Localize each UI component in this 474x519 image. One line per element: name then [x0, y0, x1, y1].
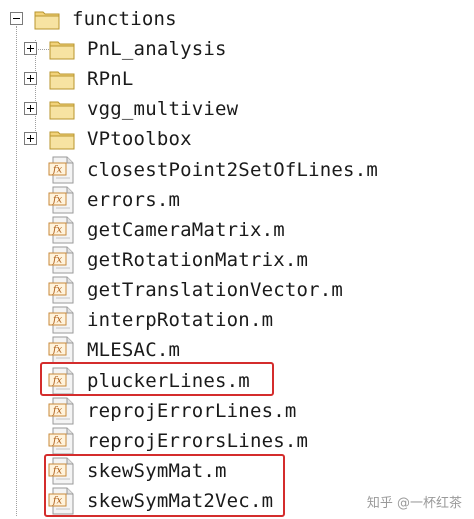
file-tree: functions PnL_analysis RPnL vgg_multivie… [0, 0, 474, 519]
folder-icon [49, 71, 75, 90]
tree-node-folder[interactable]: VPtoolbox [0, 124, 474, 154]
watermark: 知乎 @一杯红茶 [366, 496, 462, 511]
file-label: errors.m [87, 189, 181, 211]
matlab-file-icon: fx [48, 216, 74, 244]
matlab-file-icon: fx [48, 397, 74, 425]
svg-text:fx: fx [52, 195, 63, 206]
tree-node-file[interactable]: fx getTranslationVector.m [0, 275, 474, 305]
folder-icon [34, 11, 60, 30]
svg-text:fx: fx [52, 285, 63, 296]
folder-label: vgg_multiview [87, 98, 239, 120]
tree-node-file[interactable]: fx MLESAC.m [0, 335, 474, 365]
folder-label: VPtoolbox [87, 128, 192, 150]
tree-node-file[interactable]: fx getRotationMatrix.m [0, 245, 474, 275]
folder-icon [49, 41, 75, 60]
svg-text:fx: fx [52, 345, 63, 356]
matlab-file-icon: fx [48, 336, 74, 364]
matlab-file-icon: fx [48, 276, 74, 304]
svg-text:fx: fx [52, 225, 63, 236]
svg-text:fx: fx [52, 315, 63, 326]
expand-plus-icon[interactable] [24, 72, 37, 85]
tree-guide-branch [35, 49, 49, 50]
matlab-file-icon: fx [48, 186, 74, 214]
matlab-file-icon: fx [48, 306, 74, 334]
file-label: getCameraMatrix.m [87, 219, 285, 241]
file-label: reprojErrorsLines.m [87, 430, 309, 452]
svg-text:fx: fx [52, 436, 63, 447]
svg-text:fx: fx [52, 406, 63, 417]
folder-label: PnL_analysis [87, 38, 227, 60]
file-label: closestPoint2SetOfLines.m [87, 159, 378, 181]
file-label: MLESAC.m [87, 339, 181, 361]
tree-node-file[interactable]: fx interpRotation.m [0, 305, 474, 335]
expand-plus-icon[interactable] [24, 102, 37, 115]
file-label: reprojErrorLines.m [87, 400, 297, 422]
file-label: interpRotation.m [87, 309, 274, 331]
tree-node-file[interactable]: fx closestPoint2SetOfLines.m [0, 155, 474, 185]
file-label: getRotationMatrix.m [87, 249, 309, 271]
tree-node-folder[interactable]: RPnL [0, 64, 474, 94]
tree-node-file[interactable]: fx getCameraMatrix.m [0, 215, 474, 245]
matlab-file-icon: fx [48, 246, 74, 274]
tree-node-functions[interactable]: functions [0, 4, 474, 34]
folder-icon [49, 131, 75, 150]
highlight-box-plucker [40, 362, 274, 396]
tree-node-file[interactable]: fx errors.m [0, 185, 474, 215]
folder-label: RPnL [87, 68, 134, 90]
collapse-minus-icon[interactable] [10, 12, 23, 25]
tree-node-label: functions [72, 8, 177, 30]
matlab-file-icon: fx [48, 427, 74, 455]
expand-plus-icon[interactable] [24, 42, 37, 55]
folder-icon [49, 101, 75, 120]
file-label: getTranslationVector.m [87, 279, 344, 301]
tree-node-file[interactable]: fx reprojErrorsLines.m [0, 426, 474, 456]
matlab-file-icon: fx [48, 156, 74, 184]
tree-node-folder[interactable]: PnL_analysis [0, 34, 474, 64]
svg-text:fx: fx [52, 165, 63, 176]
expand-plus-icon[interactable] [24, 132, 37, 145]
tree-node-file[interactable]: fx reprojErrorLines.m [0, 396, 474, 426]
highlight-box-skewsym [44, 454, 285, 517]
svg-text:fx: fx [52, 255, 63, 266]
tree-node-folder[interactable]: vgg_multiview [0, 94, 474, 124]
